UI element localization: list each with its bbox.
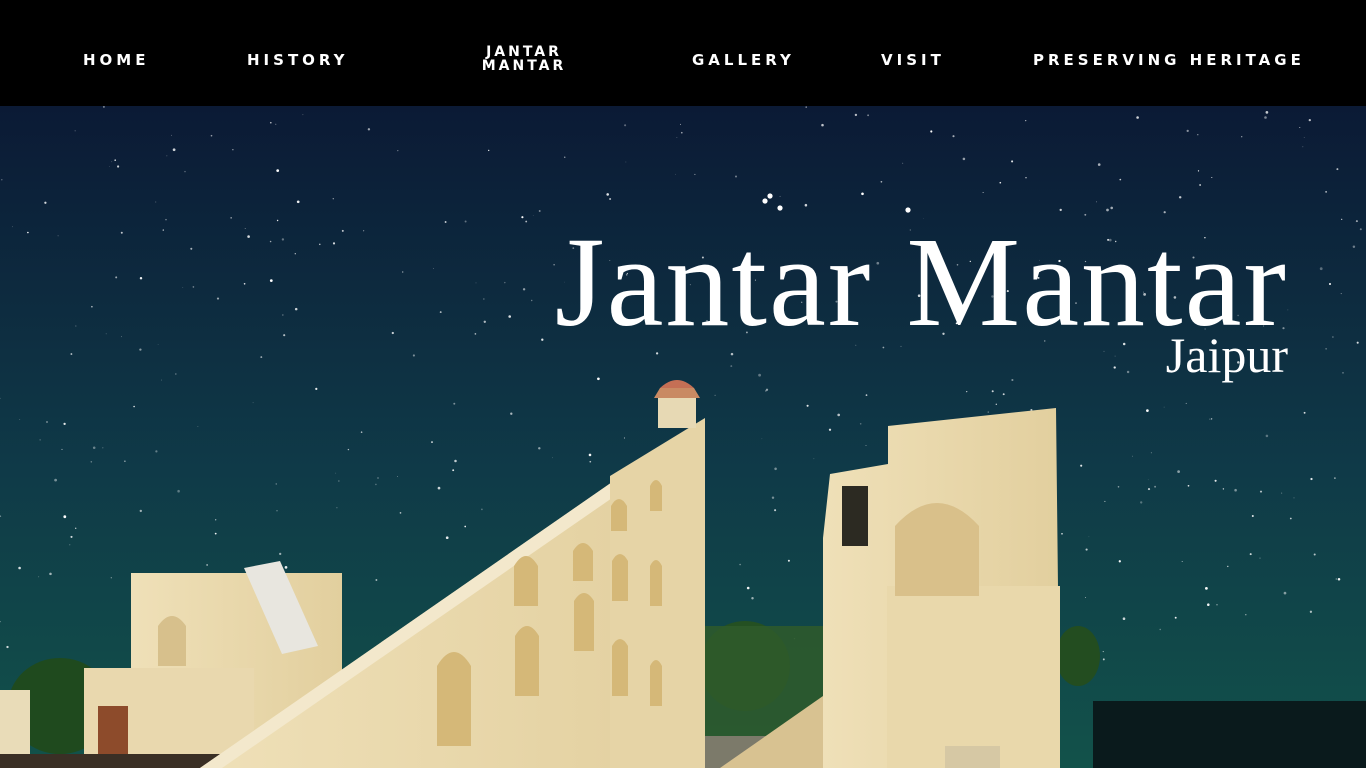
nav-home[interactable]: HOME [83, 51, 149, 69]
nav-history[interactable]: HISTORY [247, 51, 349, 69]
nav-gallery[interactable]: GALLERY [692, 51, 795, 69]
nav-preserving-heritage[interactable]: PRESERVING HERITAGE [1033, 51, 1305, 69]
hero-section [0, 106, 1366, 768]
nav-jantar-mantar[interactable]: JANTAR MANTAR [469, 45, 579, 73]
hero-subtitle: Jaipur [1165, 327, 1288, 383]
nav-visit[interactable]: VISIT [881, 51, 945, 69]
hero-image [0, 106, 1366, 768]
main-navigation: HOME HISTORY JANTAR MANTAR GALLERY VISIT… [0, 0, 1366, 106]
